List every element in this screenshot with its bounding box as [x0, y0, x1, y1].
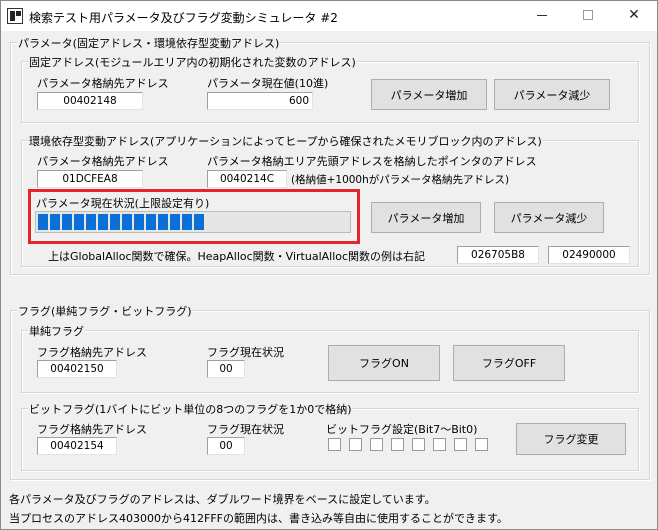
- app-window: 検索テスト用パラメータ及びフラグ変動シミュレータ #2 ✕ パラメータ(固定アド…: [0, 0, 658, 530]
- footer-line-1: 各パラメータ及びフラグのアドレスは、ダブルワード境界をベースに設定しています。: [9, 493, 436, 506]
- bit-4-checkbox[interactable]: [391, 438, 404, 451]
- bit-flag-address-field[interactable]: 00402154: [37, 437, 117, 455]
- simple-flag-address-label: フラグ格納先アドレス: [37, 346, 147, 359]
- progress-segment: [170, 214, 180, 230]
- fixed-current-label: パラメータ現在値(10進): [207, 77, 329, 90]
- close-icon: ✕: [628, 7, 640, 23]
- pointer-address-label: パラメータ格納エリア先頭アドレスを格納したポインタのアドレス: [207, 155, 537, 168]
- bit-6-checkbox[interactable]: [349, 438, 362, 451]
- fixed-increase-button[interactable]: パラメータ増加: [371, 79, 487, 110]
- flag-on-button[interactable]: フラグON: [328, 345, 440, 381]
- bit-1-checkbox[interactable]: [454, 438, 467, 451]
- close-button[interactable]: ✕: [611, 1, 657, 30]
- progress-segment: [134, 214, 144, 230]
- progress-segment: [62, 214, 72, 230]
- simple-flag-status-label: フラグ現在状況: [207, 346, 284, 359]
- bit-3-checkbox[interactable]: [412, 438, 425, 451]
- maximize-button[interactable]: [565, 1, 611, 30]
- progress-segment: [110, 214, 120, 230]
- progress-segment: [182, 214, 192, 230]
- title-bar[interactable]: 検索テスト用パラメータ及びフラグ変動シミュレータ #2 ✕: [1, 1, 657, 31]
- bit-flag-status-label: フラグ現在状況: [207, 423, 284, 436]
- alloc-note: 上はGlobalAlloc関数で確保。HeapAlloc関数・VirtualAl…: [48, 250, 426, 263]
- simple-flag-status-field[interactable]: 00: [207, 360, 245, 378]
- virtualalloc-address-field[interactable]: 02490000: [548, 246, 630, 264]
- fixed-address-label: パラメータ格納先アドレス: [37, 77, 169, 90]
- bit-flag-settings-label: ビットフラグ設定(Bit7〜Bit0): [326, 423, 478, 436]
- variable-address-legend: 環境依存型変動アドレス(アプリケーションによってヒープから確保されたメモリブロッ…: [28, 133, 543, 149]
- variable-address-field[interactable]: 01DCFEA8: [37, 170, 143, 188]
- bit-flag-address-label: フラグ格納先アドレス: [37, 423, 147, 436]
- fixed-address-legend: 固定アドレス(モジュールエリア内の初期化された変数のアドレス): [28, 54, 357, 70]
- bit-7-checkbox[interactable]: [328, 438, 341, 451]
- heapalloc-address-field[interactable]: 026705B8: [457, 246, 539, 264]
- maximize-icon: [583, 10, 593, 20]
- fixed-current-field[interactable]: 600: [207, 92, 313, 110]
- bit-flag-status-field[interactable]: 00: [207, 437, 245, 455]
- status-label: パラメータ現在状況(上限設定有り): [36, 197, 210, 210]
- app-icon: [7, 8, 23, 24]
- progress-segment: [146, 214, 156, 230]
- bit-2-checkbox[interactable]: [433, 438, 446, 451]
- bit-0-checkbox[interactable]: [475, 438, 488, 451]
- progress-segment: [86, 214, 96, 230]
- simple-flag-legend: 単純フラグ: [28, 323, 85, 339]
- progress-segment: [158, 214, 168, 230]
- simple-flag-address-field[interactable]: 00402150: [37, 360, 117, 378]
- progress-segment: [98, 214, 108, 230]
- pointer-note: (格納値+1000hがパラメータ格納先アドレス): [291, 174, 510, 186]
- minimize-button[interactable]: [519, 1, 565, 30]
- bit-5-checkbox[interactable]: [370, 438, 383, 451]
- fixed-decrease-button[interactable]: パラメータ減少: [494, 79, 610, 110]
- flag-off-button[interactable]: フラグOFF: [453, 345, 565, 381]
- progress-segment: [122, 214, 132, 230]
- progress-segment: [194, 214, 204, 230]
- variable-decrease-button[interactable]: パラメータ減少: [494, 202, 604, 233]
- minimize-icon: [537, 14, 547, 16]
- flag-change-button[interactable]: フラグ変更: [516, 423, 626, 455]
- progress-segment: [38, 214, 48, 230]
- flag-group-legend: フラグ(単純フラグ・ビットフラグ): [17, 303, 193, 319]
- footer-line-2: 当プロセスのアドレス403000から412FFFの範囲内は、書き込み等自由に使用…: [9, 512, 508, 525]
- pointer-address-field[interactable]: 0040214C: [207, 170, 287, 188]
- variable-increase-button[interactable]: パラメータ増加: [371, 202, 481, 233]
- progress-segment: [74, 214, 84, 230]
- fixed-address-field[interactable]: 00402148: [37, 92, 143, 110]
- variable-address-label: パラメータ格納先アドレス: [37, 155, 169, 168]
- progress-segment: [50, 214, 60, 230]
- parameter-group-legend: パラメータ(固定アドレス・環境依存型変動アドレス): [17, 35, 281, 51]
- parameter-progress-bar: [35, 211, 351, 233]
- window-title: 検索テスト用パラメータ及びフラグ変動シミュレータ #2: [29, 11, 338, 25]
- bit-flag-legend: ビットフラグ(1バイトにビット単位の8つのフラグを1か0で格納): [28, 401, 353, 417]
